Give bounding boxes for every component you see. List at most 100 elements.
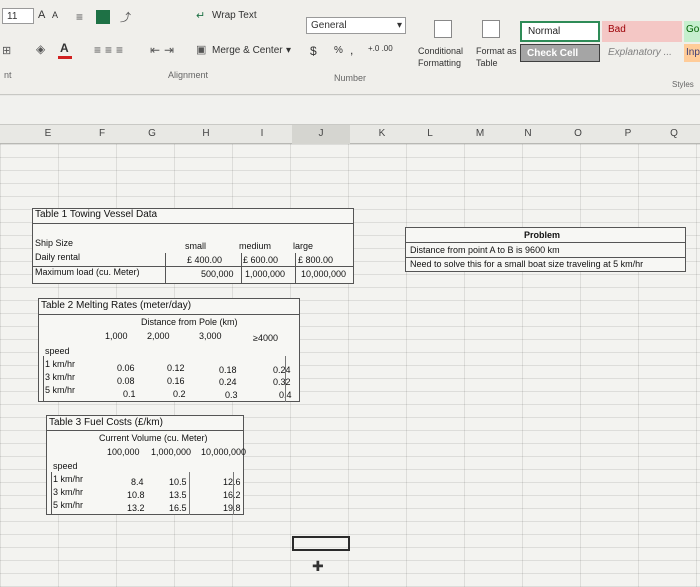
font-color-swatch <box>58 56 72 59</box>
style-good[interactable]: Go <box>684 21 700 42</box>
indent-buttons-icon[interactable]: ⇤⇥ <box>150 43 178 57</box>
column-header[interactable]: N <box>518 128 538 139</box>
table3-speed-label: speed <box>53 461 78 471</box>
style-bad[interactable]: Bad <box>602 21 682 42</box>
style-input[interactable]: Inp <box>684 44 700 62</box>
table2-header: 2,000 <box>147 331 170 341</box>
column-header[interactable]: E <box>38 128 58 139</box>
column-header[interactable]: O <box>568 128 588 139</box>
table3-cell: 16.5 <box>169 503 187 513</box>
column-header[interactable]: H <box>196 128 216 139</box>
table1-cell: medium <box>239 241 272 251</box>
style-explanatory[interactable]: Explanatory ... <box>602 44 682 62</box>
ribbon: 11 A A ≡ ⤴ ↵ Wrap Text ⊞ ◈ A ≡≡≡ ⇤⇥ ▣ Me… <box>0 0 700 95</box>
table2-cell: 0.16 <box>167 376 185 386</box>
table3: Table 3 Fuel Costs (£/km) Current Volume… <box>46 415 246 515</box>
column-header[interactable]: P <box>618 128 638 139</box>
problem-line2: Need to solve this for a small boat size… <box>410 259 644 269</box>
formula-area <box>0 96 700 124</box>
table3-header: 100,000 <box>107 447 140 457</box>
table2-cell: 0.3 <box>225 390 238 400</box>
problem-line1: Distance from point A to B is 9600 km <box>410 245 560 255</box>
table2-row-label: 1 km/hr <box>45 359 76 369</box>
table2-subtitle: Distance from Pole (km) <box>141 317 238 327</box>
align-lines-icon[interactable]: ≡ <box>76 10 83 24</box>
table2-cell: 0.24 <box>273 365 291 375</box>
table2-cell: 0.12 <box>167 363 185 373</box>
table1-row-label: Ship Size <box>35 238 74 248</box>
table2-cell: 0.1 <box>123 389 136 399</box>
table3-title: Table 3 Fuel Costs (£/km) <box>49 417 163 428</box>
font-group-label: nt <box>4 70 12 80</box>
style-normal[interactable]: Normal <box>520 21 600 42</box>
column-header[interactable]: K <box>372 128 392 139</box>
merge-dropdown-icon[interactable]: ▾ <box>286 45 291 56</box>
table2-cell: 0.32 <box>273 377 291 387</box>
font-color-icon[interactable]: A <box>60 41 69 55</box>
grow-font-button[interactable]: A <box>38 9 45 21</box>
table1-cell: large <box>293 241 314 251</box>
format-table-icon <box>482 20 500 38</box>
table2-speed-label: speed <box>45 346 70 356</box>
column-header[interactable]: Q <box>664 128 684 139</box>
format-as-table-button[interactable]: Format as Table <box>476 45 520 69</box>
comma-button[interactable]: , <box>350 43 353 57</box>
table1-cell: £ 800.00 <box>298 255 334 265</box>
table2-row-label: 5 km/hr <box>45 385 76 395</box>
percent-button[interactable]: % <box>334 45 343 56</box>
table3-cell: 13.2 <box>127 503 145 513</box>
borders-icon[interactable]: ⊞ <box>2 44 11 57</box>
table2: Table 2 Melting Rates (meter/day) Distan… <box>38 298 300 402</box>
table2-row-label: 3 km/hr <box>45 372 76 382</box>
align-buttons-icon[interactable]: ≡≡≡ <box>94 43 127 57</box>
table3-cell: 10.8 <box>127 490 145 500</box>
table2-header: ≥4000 <box>253 333 278 343</box>
table1-row-label: Daily rental <box>35 252 81 262</box>
alignment-group-label: Alignment <box>168 70 209 80</box>
table2-cell: 0.08 <box>117 376 135 386</box>
cursor-plus-icon: ✚ <box>312 558 324 574</box>
table1: Table 1 Towing Vessel Data Ship Size sma… <box>32 208 354 284</box>
orientation-icon[interactable]: ⤴ <box>120 9 131 25</box>
table2-header: 3,000 <box>199 331 222 341</box>
table3-subtitle: Current Volume (cu. Meter) <box>99 433 208 443</box>
table2-header: 1,000 <box>105 331 128 341</box>
decimal-buttons-icon[interactable]: +.0 .00 <box>368 44 393 53</box>
table3-cell: 19.8 <box>223 503 241 513</box>
merge-center-button[interactable]: Merge & Center <box>212 45 283 56</box>
table1-cell: 1,000,000 <box>245 269 286 279</box>
style-check-cell[interactable]: Check Cell <box>520 44 600 62</box>
merge-icon: ▣ <box>196 44 207 56</box>
table3-cell: 10.5 <box>169 477 187 487</box>
currency-button[interactable]: $ <box>310 44 317 58</box>
wrap-text-button[interactable]: Wrap Text <box>212 10 257 21</box>
shrink-font-button[interactable]: A <box>52 10 58 20</box>
column-header[interactable]: F <box>92 128 112 139</box>
number-group-label: Number <box>334 73 367 83</box>
table2-cell: 0.06 <box>117 363 135 373</box>
table1-cell: £ 600.00 <box>243 255 279 265</box>
table3-header: 1,000,000 <box>151 447 192 457</box>
column-header[interactable]: G <box>142 128 162 139</box>
column-header-selected[interactable]: J <box>292 125 350 144</box>
fill-bucket-icon[interactable]: ◈ <box>36 42 45 56</box>
number-format-select[interactable]: General ▾ <box>306 17 406 34</box>
font-size-select[interactable]: 11 <box>2 8 34 24</box>
conditional-formatting-button[interactable]: Conditional Formatting <box>418 45 476 69</box>
table1-cell: 500,000 <box>201 269 234 279</box>
problem-title: Problem <box>524 230 561 240</box>
column-header[interactable]: I <box>252 128 272 139</box>
column-header-bar: E F G H I J K L M N O P Q <box>0 124 700 144</box>
table1-cell: £ 400.00 <box>187 255 223 265</box>
selected-cell[interactable] <box>292 536 350 551</box>
column-header[interactable]: M <box>470 128 490 139</box>
table1-cell: small <box>185 241 207 251</box>
table3-row-label: 5 km/hr <box>53 500 84 510</box>
table3-row-label: 3 km/hr <box>53 487 84 497</box>
column-header[interactable]: L <box>420 128 440 139</box>
conditional-formatting-icon <box>434 20 452 38</box>
fill-color-icon[interactable] <box>96 10 110 24</box>
wrap-text-icon: ↵ <box>196 10 206 22</box>
table1-row-label: Maximum load (cu. Meter) <box>35 267 140 277</box>
table2-cell: 0.18 <box>219 365 237 375</box>
